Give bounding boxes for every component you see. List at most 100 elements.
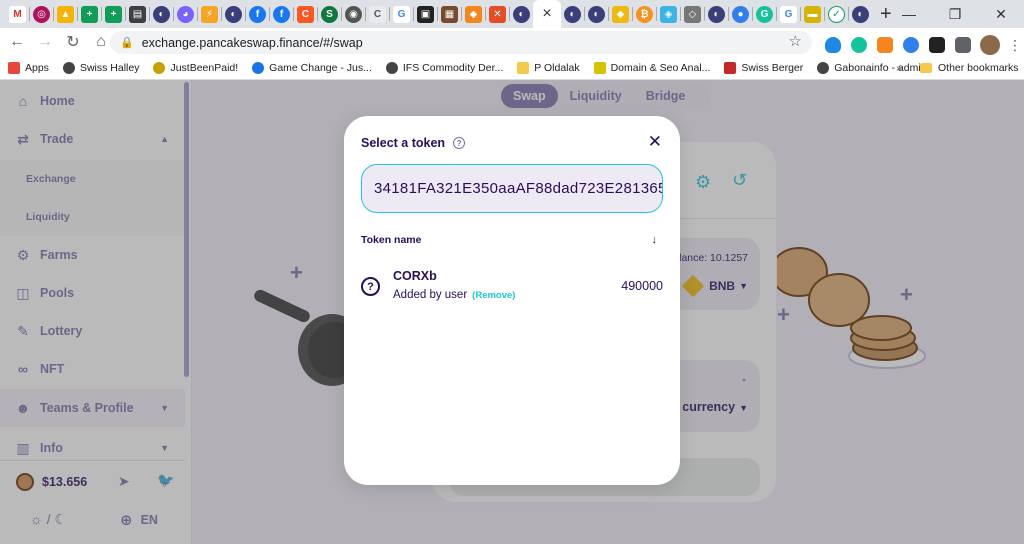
remove-token-link[interactable]: (Remove) [472,290,515,301]
tab-separator [776,7,777,21]
tab-icon[interactable]: C [369,5,386,23]
bookmark-item[interactable]: Gabonainfo - admin [817,61,927,74]
other-bookmarks[interactable]: Other bookmarks [920,62,1019,74]
puzzle-extensions-icon[interactable] [955,37,971,53]
tab-separator [29,7,30,21]
drive-tab-icon[interactable]: ▲ [57,5,74,23]
tab-separator [53,7,54,21]
tab-icon[interactable]: ▦ [441,5,458,23]
dollar-icon [153,61,166,74]
gmail-tab-icon[interactable]: M [9,5,26,23]
tab-separator [461,7,462,21]
pancake-tab-icon[interactable]: ◐ [852,5,869,23]
bookmarks-more-button[interactable]: » [896,62,902,74]
bookmark-label: Game Change - Jus... [269,61,372,74]
added-by-user-label: Added by user [393,289,468,301]
bookmark-item[interactable]: Swiss Halley [62,61,139,74]
extension-icon[interactable] [903,37,919,53]
pancake-tab-icon[interactable]: ◐ [225,5,242,23]
tab-separator [245,7,246,21]
address-bar[interactable]: 🔒 exchange.pancakeswap.finance/#/swap ☆ [110,31,812,54]
tab-separator [608,7,609,21]
extension-icons: ⋮ [820,32,1024,58]
unknown-token-icon: ? [361,277,380,296]
tab-icon[interactable]: ✓ [828,5,845,23]
binance-tab-icon[interactable]: ◆ [612,5,629,23]
bookmark-item[interactable]: Swiss Berger [724,61,804,74]
grammarly-tab-icon[interactable]: G [756,5,773,23]
sort-arrow-icon[interactable]: ↓ [652,234,658,246]
bookmark-label: Swiss Berger [741,61,804,74]
bookmark-item[interactable]: JustBeenPaid! [153,61,238,74]
tab-icon[interactable]: ◈ [660,5,677,23]
tab-separator [149,7,150,21]
token-meta: Added by user (Remove) [393,289,515,301]
bookmark-item[interactable]: P Oldalak [517,61,580,74]
tab-icon[interactable]: ◎ [33,5,50,23]
tab-icon[interactable]: C [297,5,314,23]
bookmark-icon [252,61,265,74]
restore-icon[interactable]: ❐ [932,0,978,28]
tab-separator [800,7,801,21]
bookmark-item[interactable]: Game Change - Jus... [252,61,372,74]
active-tab-close-icon[interactable]: × [533,0,561,28]
tab-icon[interactable]: S [321,5,338,23]
tab-separator [341,7,342,21]
pancake-tab-icon[interactable]: ◐ [153,5,170,23]
tab-icon[interactable]: ◇ [684,5,701,23]
bookmark-label: Gabonainfo - admin [834,61,927,74]
forward-icon[interactable]: → [32,29,58,55]
bookmark-label: Apps [25,61,49,74]
tab-icon[interactable]: ▣ [417,5,434,23]
cloud-extension-icon[interactable] [825,37,841,53]
reload-icon[interactable]: ↻ [60,29,86,55]
tab-icon[interactable]: ● [732,5,749,23]
tab-separator [317,7,318,21]
tab-icon[interactable]: ₿ [636,5,653,23]
google-tab-icon[interactable]: G [780,5,797,23]
tab-icon[interactable]: ◉ [345,5,362,23]
tab-icon[interactable]: ◕ [177,5,194,23]
sheets-tab-icon[interactable]: + [81,5,98,23]
bookmark-item[interactable]: Domain & Seo Anal... [593,61,710,74]
token-search-field[interactable] [361,164,663,213]
tab-separator [101,7,102,21]
profile-avatar[interactable] [980,35,1000,55]
pancake-tab-icon[interactable]: ◐ [708,5,725,23]
tab-icon[interactable]: ▤ [129,5,146,23]
bookmark-star-icon[interactable]: ☆ [789,32,802,50]
tab-icon[interactable]: ▬ [804,5,821,23]
facebook-tab-icon[interactable]: f [249,5,266,23]
binance-extension-icon[interactable] [929,37,945,53]
token-symbol: CORXb [393,269,437,283]
pancake-tab-icon[interactable]: ◐ [588,5,605,23]
tab-icon[interactable]: ⚡ [201,5,218,23]
bookmark-apps[interactable]: Apps [8,61,49,74]
menu-kebab-icon[interactable]: ⋮ [1002,32,1024,58]
pancake-tab-icon[interactable]: ◐ [513,5,530,23]
minimize-icon[interactable]: — [886,0,932,28]
facebook-tab-icon[interactable]: f [273,5,290,23]
tab-separator [680,7,681,21]
close-icon[interactable]: ✕ [648,132,662,152]
bookmark-item[interactable]: IFS Commodity Der... [385,61,503,74]
tab-icon[interactable]: ✕ [489,5,506,23]
grammarly-extension-icon[interactable] [851,37,867,53]
pancake-tab-icon[interactable]: ◐ [564,5,581,23]
tab-separator [656,7,657,21]
back-icon[interactable]: ← [4,29,30,55]
globe-icon [817,61,830,74]
metamask-extension-icon[interactable] [877,37,893,53]
sheets-tab-icon[interactable]: + [105,5,122,23]
help-question-icon[interactable]: ? [453,137,466,149]
token-search-input[interactable] [362,165,662,212]
shield-icon [724,61,737,74]
tab-separator [848,7,849,21]
token-list-item[interactable]: ? CORXb Added by user (Remove) 490000 [361,266,663,310]
google-tab-icon[interactable]: G [393,5,410,23]
metamask-tab-icon[interactable]: ◆ [465,5,482,23]
tab-separator [365,7,366,21]
bookmark-label: P Oldalak [534,61,580,74]
bookmark-icon [593,61,606,74]
close-window-icon[interactable]: ✕ [978,0,1024,28]
